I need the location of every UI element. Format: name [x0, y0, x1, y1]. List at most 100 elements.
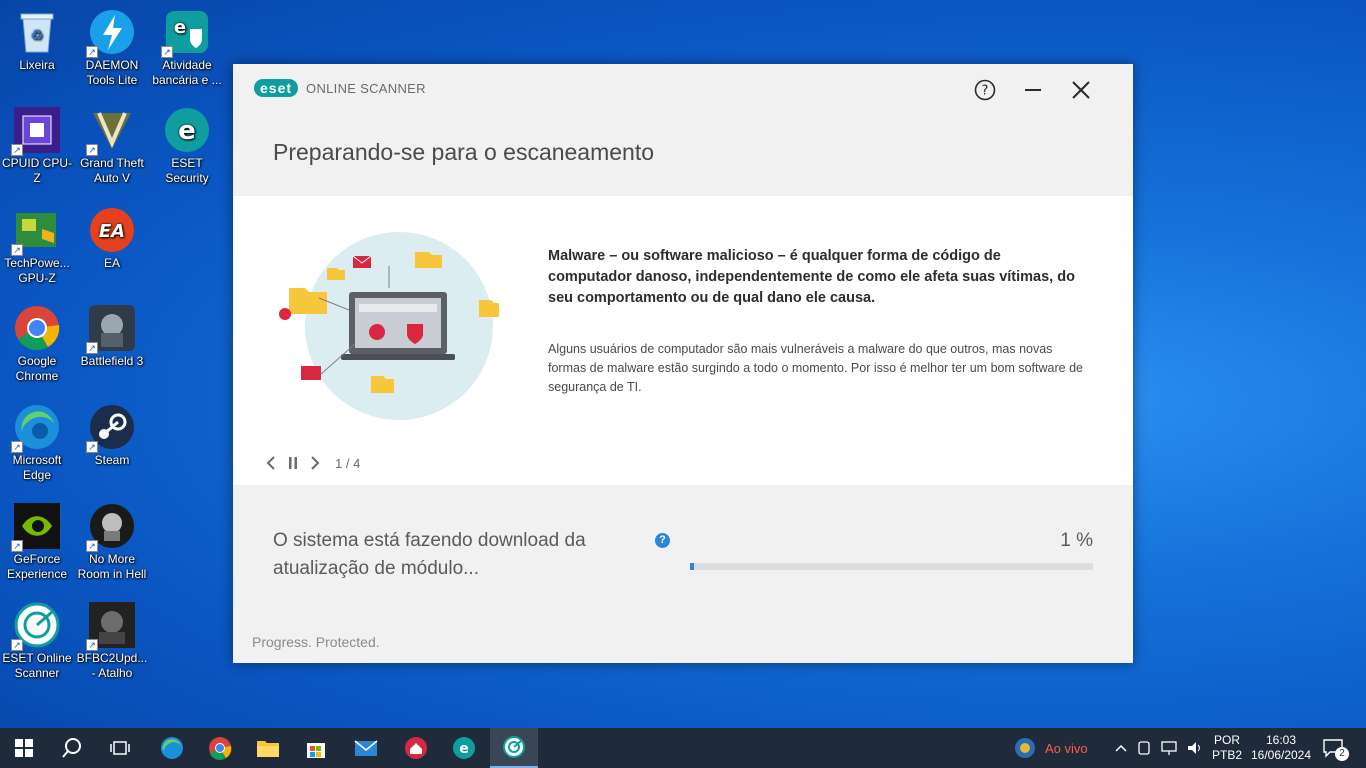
daemon-tools-icon: ↗: [86, 8, 136, 58]
taskbar-mail[interactable]: [342, 728, 390, 768]
windows-logo-icon: [15, 739, 33, 757]
folder-icon: [257, 741, 279, 757]
language-indicator[interactable]: POR PTB2: [1210, 728, 1244, 768]
task-view-icon: [110, 741, 130, 755]
search-button[interactable]: [48, 728, 96, 768]
news-widget[interactable]: Ao vivo: [1014, 728, 1088, 768]
taskbar: e Ao vivo POR PTB2 16:03 16/06/2024 2: [0, 728, 1366, 768]
desktop-icon-bfbc2[interactable]: ↗ BFBC2Upd... - Atalho: [75, 601, 149, 681]
logo-text: ONLINE SCANNER: [306, 80, 426, 96]
close-button[interactable]: [1069, 78, 1093, 102]
taskbar-chrome[interactable]: [196, 728, 244, 768]
svg-text:e: e: [174, 17, 186, 38]
eset-icon: e: [453, 737, 475, 759]
desktop-icon-label: GeForce Experience: [6, 552, 68, 581]
pause-icon[interactable]: [287, 455, 299, 471]
desktop-icon-ea[interactable]: EA EA: [75, 206, 149, 271]
taskbar-edge[interactable]: [148, 728, 196, 768]
desktop-icon-label: Battlefield 3: [80, 354, 144, 368]
chrome-icon: [209, 737, 232, 760]
desktop-icon-battlefield[interactable]: ↗ Battlefield 3: [75, 304, 149, 369]
notification-center-button[interactable]: 2: [1322, 728, 1349, 768]
minimize-button[interactable]: [1021, 78, 1045, 102]
desktop-icon-label: DAEMON Tools Lite: [85, 58, 139, 87]
cpuz-icon: ↗: [11, 106, 61, 156]
desktop-icon-gta[interactable]: ↗ Grand Theft Auto V: [75, 106, 149, 186]
desktop-icon-gpuz[interactable]: ↗ TechPowe... GPU-Z: [0, 206, 74, 286]
svg-text:e: e: [178, 116, 196, 146]
desktop-icon-label: ESET Security: [165, 156, 209, 185]
bfbc2-icon: ↗: [86, 601, 136, 651]
chevron-left-icon[interactable]: [265, 455, 277, 471]
search-icon: [62, 738, 81, 758]
desktop-icon-label: Google Chrome: [15, 354, 59, 383]
meet-now-icon[interactable]: [1136, 740, 1152, 756]
desktop-icon-nmrih[interactable]: ↗ No More Room in Hell: [75, 502, 149, 582]
status-help-icon[interactable]: ?: [655, 533, 670, 548]
eset-online-scanner-window: eset ONLINE SCANNER ? Preparando-se para…: [233, 64, 1133, 663]
network-icon[interactable]: [1160, 740, 1178, 756]
desktop-icon-label: TechPowe... GPU-Z: [4, 256, 70, 285]
window-header: eset ONLINE SCANNER ? Preparando-se para…: [233, 64, 1133, 196]
eset-logo: eset ONLINE SCANNER: [254, 79, 426, 97]
clock[interactable]: 16:03 16/06/2024: [1246, 728, 1316, 768]
desktop-icon-eset-security[interactable]: e ESET Security: [150, 106, 224, 186]
nmrih-icon: ↗: [86, 502, 136, 552]
desktop-icon-label: EA: [103, 256, 120, 270]
desktop-icon-label: BFBC2Upd... - Atalho: [76, 651, 148, 680]
desktop-icon-eset-online-scanner[interactable]: ↗ ESET Online Scanner: [0, 601, 74, 681]
start-button[interactable]: [0, 728, 48, 768]
help-button[interactable]: ?: [973, 78, 997, 102]
ea-icon: EA: [88, 206, 136, 254]
info-panel: Malware – ou software malicioso – é qual…: [233, 196, 1133, 485]
status-text: O sistema está fazendo download da atual…: [273, 530, 586, 579]
malware-headline: Malware – ou software malicioso – é qual…: [548, 248, 1075, 306]
eset-banking-icon: e ↗: [161, 8, 211, 58]
svg-text:♻: ♻: [31, 27, 44, 43]
system-tray-icons: [1114, 728, 1204, 768]
desktop-icon-daemon[interactable]: ↗ DAEMON Tools Lite: [75, 8, 149, 88]
svg-text:?: ?: [982, 84, 989, 99]
volume-icon[interactable]: [1186, 740, 1204, 756]
battlefield-icon: ↗: [86, 304, 136, 354]
taskbar-store[interactable]: [292, 728, 340, 768]
geforce-icon: ↗: [11, 502, 61, 552]
desktop-icon-lixeira[interactable]: ♻ Lixeira: [0, 8, 74, 73]
chevron-right-icon[interactable]: [309, 455, 321, 471]
carousel-page-indicator: 1 / 4: [335, 455, 361, 471]
taskbar-app-red[interactable]: [392, 728, 440, 768]
desktop-icon-edge[interactable]: ↗ Microsoft Edge: [0, 403, 74, 483]
progress-bar-fill: [690, 563, 695, 570]
desktop-icon-chrome[interactable]: Google Chrome: [0, 304, 74, 384]
taskbar-eset-security[interactable]: e: [440, 728, 488, 768]
language-code: POR: [1213, 733, 1240, 747]
svg-text:EA: EA: [99, 221, 125, 242]
footer-slogan: Progress. Protected.: [252, 634, 380, 650]
progress-panel: O sistema está fazendo download da atual…: [233, 485, 1133, 663]
desktop-icon-label: No More Room in Hell: [77, 552, 147, 581]
desktop-icon-cpuz[interactable]: ↗ CPUID CPU-Z: [0, 106, 74, 186]
store-icon: [307, 743, 325, 758]
close-icon: [1072, 81, 1090, 99]
task-view-button[interactable]: [96, 728, 144, 768]
carousel-controls: 1 / 4: [265, 455, 360, 471]
taskbar-eset-online-scanner[interactable]: [490, 728, 538, 768]
desktop-icon-label: ESET Online Scanner: [2, 651, 72, 680]
eset-online-scanner-icon: [503, 736, 525, 758]
progress-percent: 1 %: [1060, 530, 1093, 551]
notification-count-badge: 2: [1335, 747, 1349, 761]
steam-icon: ↗: [86, 403, 136, 453]
taskbar-file-explorer[interactable]: [244, 728, 292, 768]
eset-security-icon: e: [163, 106, 211, 154]
page-title: Preparando-se para o escaneamento: [273, 139, 655, 165]
clock-time: 16:03: [1265, 733, 1297, 747]
desktop-icon-eset-banking[interactable]: e ↗ Atividade bancária e ...: [150, 8, 224, 88]
chrome-icon: [13, 304, 61, 352]
mail-icon: [354, 740, 378, 756]
keyboard-layout: PTB2: [1211, 748, 1242, 762]
desktop-icon-label: Lixeira: [19, 58, 55, 72]
chevron-up-icon[interactable]: [1114, 741, 1128, 755]
desktop-icon-geforce[interactable]: ↗ GeForce Experience: [0, 502, 74, 582]
gpuz-icon: ↗: [11, 206, 61, 256]
desktop-icon-steam[interactable]: ↗ Steam: [75, 403, 149, 468]
